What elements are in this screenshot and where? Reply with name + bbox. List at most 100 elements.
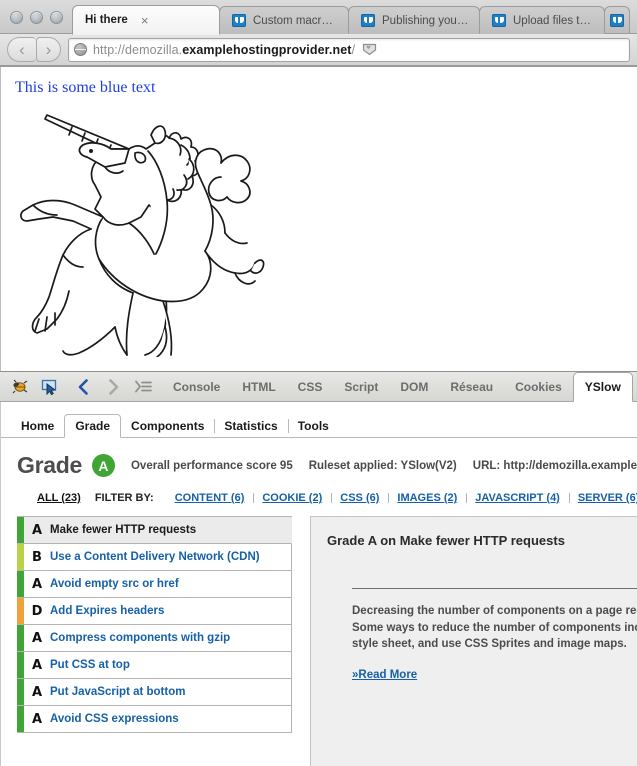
rule-detail-title: Grade A on Make fewer HTTP requests (327, 533, 637, 548)
rule-grade-letter: D (24, 604, 50, 619)
back-arrow-icon: ‹ (19, 41, 25, 58)
browser-chrome: Hi there × Custom macros... Publishing y… (0, 0, 637, 67)
firebug-bug-icon[interactable] (4, 372, 34, 401)
browser-tab[interactable]: Upload files to ... (479, 6, 605, 34)
window-close-button[interactable] (10, 11, 23, 24)
filter-link-cookie[interactable]: COOKIE (2) (253, 492, 331, 504)
filter-all-link[interactable]: ALL (23) (37, 492, 81, 504)
table-row[interactable]: A Make fewer HTTP requests (17, 517, 292, 544)
firebug-tab-dom[interactable]: DOM (389, 372, 439, 401)
filter-by-label: FILTER BY: (95, 492, 154, 504)
navigation-toolbar: ‹ › http://demozilla.examplehostingprovi… (0, 34, 637, 66)
table-row[interactable]: A Avoid empty src or href (17, 571, 292, 598)
table-row[interactable]: D Add Expires headers (17, 598, 292, 625)
firebug-tab-yslow[interactable]: YSlow (573, 372, 633, 402)
back-chevron-icon[interactable] (68, 372, 98, 401)
filter-link-css[interactable]: CSS (6) (331, 492, 388, 504)
rule-title: Compress components with gzip (50, 632, 230, 644)
grade-rule-list: A Make fewer HTTP requests B Use a Conte… (17, 516, 292, 766)
browser-tab-label: Upload files to ... (513, 15, 594, 27)
browser-tab-partial[interactable] (604, 6, 630, 34)
rule-grade-letter: A (24, 523, 50, 538)
browser-tab-active[interactable]: Hi there × (72, 5, 220, 35)
filter-link-server[interactable]: SERVER (6) (569, 492, 637, 504)
overall-score-text: Overall performance score 95 (131, 460, 293, 472)
bookmark-heart-icon[interactable] (361, 43, 377, 57)
grade-color-bar (17, 517, 24, 543)
yslow-grade-content: A Make fewer HTTP requests B Use a Conte… (1, 504, 637, 766)
firebug-tab-css[interactable]: CSS (287, 372, 334, 401)
forward-chevron-icon[interactable] (98, 372, 128, 401)
url-scheme: http://demozilla. (93, 43, 182, 57)
page-viewport: This is some blue text (0, 67, 637, 371)
firebug-tab-html[interactable]: HTML (231, 372, 286, 401)
yslow-tab-home[interactable]: Home (11, 415, 64, 437)
list-indent-icon[interactable] (128, 372, 158, 401)
filter-link-images[interactable]: IMAGES (2) (388, 492, 466, 504)
rule-detail-description: Decreasing the number of components on a… (352, 603, 637, 653)
rule-title: Use a Content Delivery Network (CDN) (50, 551, 260, 563)
firebug-toolbar: Console HTML CSS Script DOM Réseau Cooki… (0, 372, 637, 402)
detail-divider (352, 588, 637, 589)
globe-icon (74, 43, 87, 56)
url-bar[interactable]: http://demozilla.examplehostingprovider.… (68, 38, 630, 62)
window-controls (8, 0, 72, 34)
rule-grade-letter: A (24, 577, 50, 592)
rule-grade-letter: B (24, 550, 50, 565)
table-row[interactable]: B Use a Content Delivery Network (CDN) (17, 544, 292, 571)
yslow-tab-grade[interactable]: Grade (64, 414, 121, 438)
rule-title: Make fewer HTTP requests (50, 524, 196, 536)
firebug-panel: Console HTML CSS Script DOM Réseau Cooki… (0, 371, 637, 766)
forward-button[interactable]: › (36, 37, 61, 62)
filter-link-javascript[interactable]: JAVASCRIPT (4) (466, 492, 569, 504)
rule-detail-panel: Grade A on Make fewer HTTP requests Decr… (310, 516, 637, 766)
rule-grade-letter: A (24, 712, 50, 727)
unicorn-image (17, 105, 637, 362)
grade-word: Grade (17, 452, 82, 479)
url-label-text: URL: http://demozilla.exampleho (473, 460, 637, 472)
mdn-favicon-icon (361, 14, 375, 27)
filter-link-content[interactable]: CONTENT (6) (166, 492, 254, 504)
tab-strip: Hi there × Custom macros... Publishing y… (0, 0, 637, 34)
browser-tab[interactable]: Publishing your... (348, 6, 480, 34)
grade-badge: A (92, 454, 115, 477)
ruleset-text: Ruleset applied: YSlow(V2) (309, 460, 457, 472)
rule-grade-letter: A (24, 658, 50, 673)
table-row[interactable]: A Put CSS at top (17, 652, 292, 679)
page-blue-text: This is some blue text (15, 79, 637, 97)
rule-title: Put JavaScript at bottom (50, 686, 185, 698)
grade-color-bar (17, 679, 24, 705)
firebug-tab-script[interactable]: Script (333, 372, 389, 401)
browser-tab-label: Hi there (85, 14, 128, 26)
yslow-tab-bar: Home Grade Components Statistics Tools (1, 408, 637, 438)
table-row[interactable]: A Put JavaScript at bottom (17, 679, 292, 706)
yslow-tab-tools[interactable]: Tools (288, 415, 339, 437)
tab-close-icon[interactable]: × (141, 14, 149, 27)
filter-bar: ALL (23) FILTER BY: CONTENT (6) COOKIE (… (1, 479, 637, 504)
browser-tab[interactable]: Custom macros... (219, 6, 349, 34)
url-host: examplehostingprovider.net (182, 43, 351, 57)
grade-color-bar (17, 625, 24, 651)
grade-color-bar (17, 652, 24, 678)
grade-color-bar (17, 706, 24, 732)
grade-color-bar (17, 571, 24, 597)
rule-grade-letter: A (24, 631, 50, 646)
rule-title: Add Expires headers (50, 605, 164, 617)
table-row[interactable]: A Compress components with gzip (17, 625, 292, 652)
read-more-link[interactable]: »Read More (352, 669, 417, 681)
window-maximize-button[interactable] (50, 11, 63, 24)
window-minimize-button[interactable] (30, 11, 43, 24)
mdn-favicon-icon (610, 14, 624, 27)
inspector-cursor-icon[interactable] (34, 372, 64, 401)
mdn-favicon-icon (492, 14, 506, 27)
yslow-tab-statistics[interactable]: Statistics (214, 415, 287, 437)
back-button[interactable]: ‹ (7, 37, 36, 62)
yslow-tab-components[interactable]: Components (121, 415, 214, 437)
firebug-tab-reseau[interactable]: Réseau (439, 372, 504, 401)
firebug-tab-console[interactable]: Console (162, 372, 231, 401)
firebug-tab-cookies[interactable]: Cookies (504, 372, 573, 401)
table-row[interactable]: A Avoid CSS expressions (17, 706, 292, 733)
yslow-panel: Home Grade Components Statistics Tools G… (0, 402, 637, 766)
rule-title: Avoid CSS expressions (50, 713, 179, 725)
rule-grade-letter: A (24, 685, 50, 700)
